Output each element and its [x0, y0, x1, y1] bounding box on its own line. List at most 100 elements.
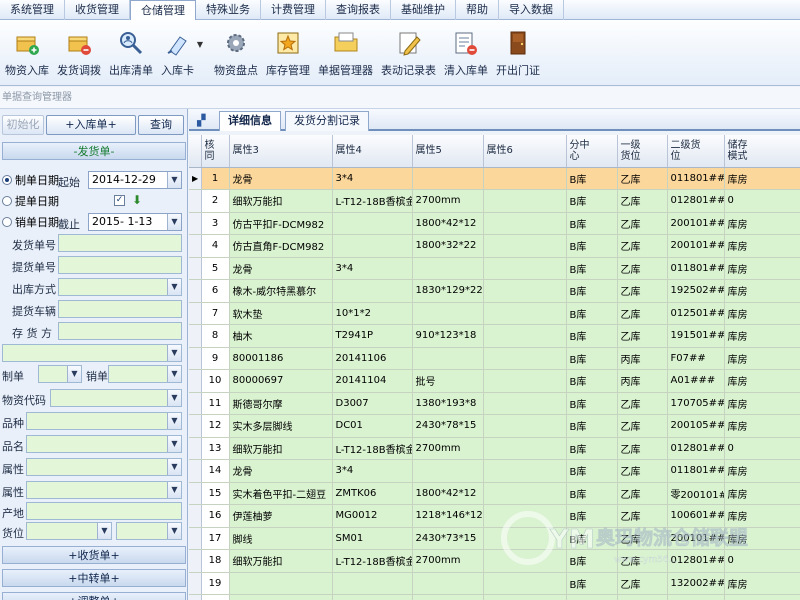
extra-select[interactable]: ▼ [2, 344, 182, 362]
table-row[interactable]: 5龙骨3*4 B库乙库011801###库房 [189, 257, 800, 280]
menu-tab[interactable]: 收货管理 [65, 0, 130, 20]
end-date-picker[interactable]: 2015- 1-13 ▼ [88, 213, 182, 231]
column-header[interactable]: 二级货 位 [667, 135, 725, 168]
chevron-down-icon[interactable]: ▼ [167, 345, 181, 361]
chevron-down-icon[interactable]: ▼ [167, 523, 181, 539]
tab-detail[interactable]: 详细信息 [219, 111, 281, 131]
column-header[interactable]: 分中 心 [566, 135, 618, 168]
query-button[interactable]: 查询 [138, 115, 184, 135]
variety-select[interactable]: ▼ [26, 412, 182, 430]
table-row[interactable]: 16伊莲柚萝MG00121218*146*12.2 B库乙库100601###库房 [189, 504, 800, 528]
chevron-down-icon[interactable]: ▼ [97, 523, 111, 539]
attr2-select[interactable]: ▼ [26, 481, 182, 499]
table-row[interactable]: 4仿古直角F-DCM982 1800*32*22 B库乙库200101###库房 [189, 234, 800, 258]
column-header[interactable]: 属性3 [229, 135, 333, 168]
pick-no-input[interactable] [58, 256, 182, 274]
chevron-down-icon[interactable]: ▼ [167, 214, 181, 230]
row-indicator[interactable] [189, 572, 202, 595]
table-row[interactable]: 9 80001186 20141106 B库 丙库 F07## 库房 [189, 347, 800, 370]
row-indicator[interactable]: ▶ [189, 167, 202, 190]
menu-tab[interactable]: 仓储管理 [130, 0, 196, 21]
row-indicator[interactable] [189, 437, 202, 460]
table-row[interactable]: 13细软万能扣L-T12-18B香槟金2700mm B库乙库012801###0 [189, 437, 800, 460]
radio-pick-date[interactable]: 提单日期 [2, 192, 59, 210]
row-indicator[interactable] [189, 189, 202, 213]
chevron-down-icon[interactable]: ▼ [167, 436, 181, 452]
row-indicator[interactable] [189, 234, 202, 258]
loc-select-2[interactable]: ▼ [116, 522, 182, 540]
ship-order-section[interactable]: -发货单- [2, 142, 186, 160]
table-row[interactable]: 18细软万能扣L-T12-18B香槟金2700mm B库乙库012801###0 [189, 549, 800, 573]
row-indicator[interactable] [189, 549, 202, 573]
toolbar-button[interactable]: 表动记录表 [378, 20, 439, 86]
ship-no-input[interactable] [58, 234, 182, 252]
row-indicator[interactable] [189, 482, 202, 505]
column-header[interactable]: 属性5 [412, 135, 484, 168]
row-indicator[interactable] [189, 324, 202, 348]
toolbar-button[interactable]: 物资盘点 [211, 20, 261, 86]
code-select[interactable]: ▼ [50, 389, 182, 407]
chevron-down-icon[interactable]: ▼ [167, 366, 181, 382]
attr-select[interactable]: ▼ [26, 458, 182, 476]
toolbar-button[interactable]: 开出门证 [493, 20, 543, 86]
toolbar-button[interactable]: 入库卡 ▼ [158, 20, 203, 86]
table-row[interactable]: 11斯德哥尔摩D30071380*193*8 B库乙库170705###库房 [189, 392, 800, 415]
row-indicator[interactable] [189, 347, 202, 370]
table-row[interactable]: 19 B库乙库132002###库房 [189, 572, 800, 595]
row-indicator[interactable] [189, 504, 202, 528]
toolbar-button[interactable]: 物资入库 [2, 20, 52, 86]
row-indicator[interactable] [189, 302, 202, 325]
loc-select-1[interactable]: ▼ [26, 522, 112, 540]
adjust-order-section[interactable]: +调整单+ [2, 592, 186, 600]
column-header[interactable]: 储存 模式 [724, 135, 800, 168]
table-row[interactable]: 2细软万能扣L-T12-18B香槟金2700mm B库乙库012801###0 [189, 189, 800, 213]
table-row[interactable]: 20 [189, 594, 800, 600]
name-select[interactable]: ▼ [26, 435, 182, 453]
row-indicator[interactable] [189, 392, 202, 415]
owner-input[interactable] [58, 322, 182, 340]
toolbar-button[interactable]: 发货调拨 [54, 20, 104, 86]
row-indicator[interactable] [189, 279, 202, 303]
table-row[interactable]: 12实木多层脚线DC012430*78*15 B库乙库200105###库房 [189, 414, 800, 438]
row-indicator[interactable] [189, 527, 202, 550]
table-row[interactable]: 7软木垫10*1*2 B库乙库012501###库房 [189, 302, 800, 325]
column-header[interactable]: 属性4 [332, 135, 413, 168]
make-select[interactable]: ▼ [38, 365, 82, 383]
row-indicator[interactable] [189, 594, 202, 600]
menu-tab[interactable]: 系统管理 [0, 0, 65, 20]
vehicle-input[interactable] [58, 300, 182, 318]
column-header[interactable]: 核 同 [201, 135, 230, 168]
table-row[interactable]: 3仿古平扣F-DCM982 1800*42*12 B库乙库200101###库房 [189, 212, 800, 235]
radio-make-date[interactable]: 制单日期 [2, 171, 59, 189]
row-indicator[interactable] [189, 369, 202, 393]
chevron-down-icon[interactable]: ▼ [67, 366, 81, 382]
start-date-picker[interactable]: 2014-12-29 ▼ [88, 171, 182, 189]
toolbar-button[interactable]: 出库清单 [106, 20, 156, 86]
toolbar-button[interactable]: 清入库单 [441, 20, 491, 86]
toolbar-button[interactable]: 库存管理 [263, 20, 313, 86]
in-order-button[interactable]: +入库单+ [46, 115, 136, 135]
table-row[interactable]: 8柚木T2941P910*123*18 B库乙库191501###库房 [189, 324, 800, 348]
radio-sale-date[interactable]: 销单日期 [2, 213, 59, 231]
column-header[interactable]: 属性6 [483, 135, 567, 168]
table-row[interactable]: ▶1龙骨3*4 B库乙库011801###库房 [189, 167, 800, 190]
row-indicator[interactable] [189, 257, 202, 280]
column-header[interactable]: 一级 货位 [617, 135, 668, 168]
table-row[interactable]: 14龙骨3*4 B库乙库011801###库房 [189, 459, 800, 483]
menu-tab[interactable]: 特殊业务 [196, 0, 261, 20]
chevron-down-icon[interactable]: ▼ [167, 279, 181, 295]
table-row[interactable]: 6橡木-威尔特黑慕尔 1830*129*22 B库乙库192502###库房 [189, 279, 800, 303]
out-method-select[interactable]: ▼ [58, 278, 182, 296]
init-button[interactable]: 初始化 [2, 115, 44, 135]
menu-tab[interactable]: 计费管理 [261, 0, 326, 20]
menu-tab[interactable]: 导入数据 [499, 0, 564, 20]
chevron-down-icon[interactable]: ▼ [167, 172, 181, 188]
origin-input[interactable] [26, 502, 182, 520]
row-indicator[interactable] [189, 459, 202, 483]
row-indicator[interactable] [189, 212, 202, 235]
arrow-down-icon[interactable]: ⬇ [132, 193, 142, 207]
chevron-down-icon[interactable]: ▼ [167, 390, 181, 406]
menu-tab[interactable]: 查询报表 [326, 0, 391, 20]
chevron-down-icon[interactable]: ▼ [167, 459, 181, 475]
transfer-order-section[interactable]: +中转单+ [2, 569, 186, 587]
